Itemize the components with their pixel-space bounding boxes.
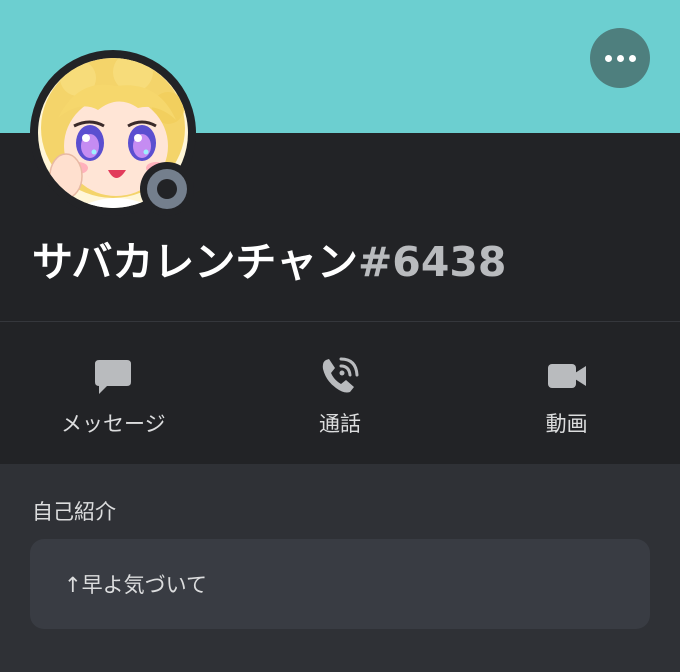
- call-label: 通話: [319, 412, 361, 436]
- more-icon: [604, 54, 612, 62]
- bio-text: ↑早よ気づいて: [64, 573, 207, 597]
- phone-call-icon: [320, 356, 360, 396]
- message-button[interactable]: メッセージ: [0, 322, 227, 464]
- profile-header: [0, 50, 680, 321]
- user-tag: #6438: [357, 238, 507, 286]
- video-label: 動画: [545, 412, 588, 436]
- message-label: メッセージ: [61, 412, 166, 436]
- bio-card: ↑早よ気づいて: [30, 539, 650, 629]
- video-camera-icon: [547, 356, 587, 396]
- username: サバカレンチャン#6438: [32, 238, 506, 286]
- video-button[interactable]: 動画: [453, 322, 680, 464]
- more-options-button[interactable]: [590, 28, 650, 88]
- about-me-title: 自己紹介: [32, 500, 116, 524]
- display-name: サバカレンチャン: [32, 238, 358, 286]
- call-button[interactable]: 通話: [227, 322, 454, 464]
- action-bar: メッセージ 通話 動画: [0, 322, 680, 464]
- message-icon: [93, 356, 133, 396]
- status-indicator: [140, 162, 194, 216]
- about-me-section: 自己紹介 ↑早よ気づいて: [0, 464, 680, 672]
